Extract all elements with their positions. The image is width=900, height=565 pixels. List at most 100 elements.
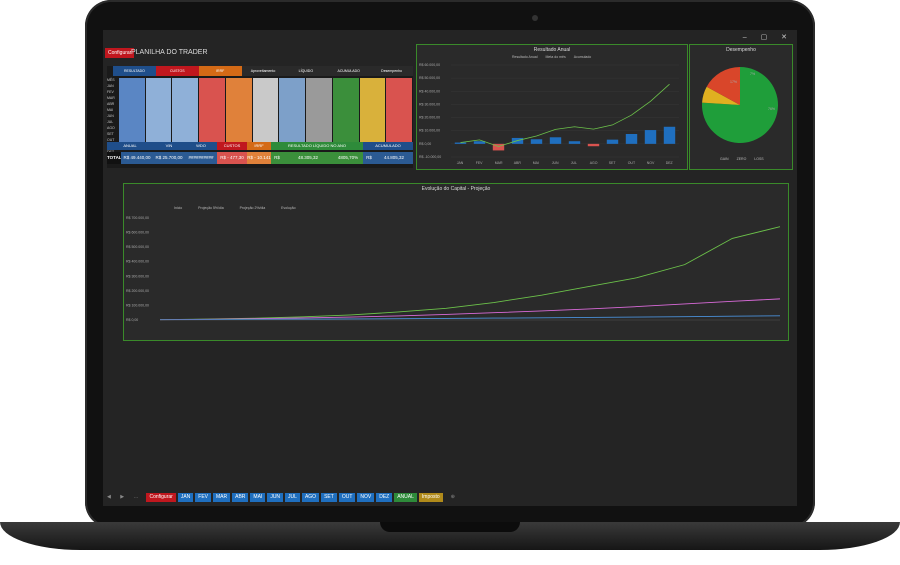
summary-resultado-value: 48.305,32 — [283, 152, 333, 164]
annual-summary: ANUAL VIN WDO CUSTOS IRRF RESULTADO LÍQU… — [107, 142, 413, 170]
tab-imposto[interactable]: Imposto — [418, 492, 443, 502]
x-tick-label: MAI — [533, 161, 539, 165]
y-tick-label: R$ 600.000,00 — [126, 231, 149, 235]
x-tick-label: NOV — [647, 161, 655, 165]
x-tick-label: OUT — [628, 161, 636, 165]
capital-evolution-chart: Evolução do Capital - Projeção Inicio Pr… — [123, 183, 789, 341]
capital-series-line — [159, 315, 781, 321]
performance-chart: Desempenho 76% 17% 7% GAIN ZERO LOSS — [689, 44, 793, 170]
result-bar — [549, 137, 562, 144]
y-tick-label: R$ 400.000,00 — [126, 260, 149, 264]
x-tick-label: ABR — [514, 161, 522, 165]
summary-anual-header: ANUAL — [107, 142, 153, 150]
y-tick-label: R$ 40.000,00 — [419, 89, 440, 93]
x-tick-label: JUN — [552, 161, 559, 165]
y-tick-label: R$ 0,00 — [419, 142, 431, 146]
result-bar — [606, 139, 619, 144]
summary-percent-value: 4805,70% — [333, 152, 363, 164]
laptop-notch — [380, 522, 520, 532]
summary-acumulado-header: ACUMULADO — [363, 142, 413, 150]
x-tick-label: AGO — [590, 161, 598, 165]
sheet-tabs: ◀ ▶ … Configurar JAN FEV MAR ABR MAI JUN JUL AGO… — [103, 492, 797, 502]
y-tick-label: R$ 0,00 — [126, 318, 138, 322]
x-tick-label: FEV — [476, 161, 483, 165]
summary-irrf-header: IRRF — [247, 142, 271, 150]
pie-label: 7% — [750, 72, 755, 76]
tab-fev[interactable]: FEV — [195, 492, 212, 502]
window-controls[interactable]: – ▢ ✕ — [743, 33, 793, 41]
summary-currency: R$ — [271, 152, 283, 164]
summary-values: TOTAL R$ 49.440,00 R$ 25.700,00 ########… — [107, 152, 413, 164]
capital-series-line — [159, 226, 781, 321]
y-tick-label: R$ -10.000,00 — [419, 155, 441, 159]
header-liquido: LÍQUIDO — [284, 66, 328, 76]
tab-scroll-arrows[interactable]: ◀ ▶ … — [107, 494, 142, 500]
y-tick-label: R$ 700.000,00 — [126, 216, 149, 220]
x-tick-label: JUL — [571, 161, 577, 165]
y-tick-label: R$ 60.000,00 — [419, 63, 440, 67]
result-bar — [568, 141, 581, 144]
tab-configurar[interactable]: Configurar — [146, 492, 176, 502]
tab-mai[interactable]: MAI — [250, 492, 266, 502]
capital-chart-plot: R$ 700.000,00 R$ 600.000,00 R$ 500.000,00 R… — [126, 216, 781, 322]
spreadsheet-window: – ▢ ✕ Configurar PLANILHA DO TRADER RESU… — [103, 30, 797, 506]
result-bar — [530, 139, 543, 144]
tab-out[interactable]: OUT — [338, 492, 356, 502]
summary-currency: R$ — [363, 152, 375, 164]
annual-result-chart: Resultado Anual Resultado Anual Meta do … — [416, 44, 688, 170]
summary-anual-value: R$ 49.440,00 — [121, 152, 153, 164]
legend-loss: LOSS — [754, 157, 764, 161]
table-body — [119, 78, 414, 150]
x-tick-label: DEZ — [666, 161, 674, 165]
annual-chart-plot: R$ 60.000,00 R$ 50.000,00 R$ 40.000,00 R$ 3… — [419, 63, 679, 165]
summary-vin-value: R$ 25.700,00 — [153, 152, 185, 164]
configure-button[interactable]: Configurar — [105, 48, 135, 58]
header-resultado: RESULTADO — [113, 66, 156, 76]
y-tick-label: R$ 300.000,00 — [126, 274, 149, 278]
x-tick-label: SET — [609, 161, 617, 165]
tab-jul[interactable]: JUL — [285, 492, 300, 502]
tab-nov[interactable]: NOV — [357, 492, 375, 502]
summary-vin-header: VIN — [153, 142, 185, 150]
x-tick-label: MAR — [495, 161, 503, 165]
tab-abr[interactable]: ABR — [232, 492, 249, 502]
summary-wdo-value: ########## — [185, 152, 217, 164]
summary-irrf-value: R$ - 10.141 — [247, 152, 271, 164]
app-title: PLANILHA DO TRADER — [131, 49, 208, 56]
performance-legend: GAIN ZERO LOSS — [720, 157, 764, 161]
table-group-header: RESULTADO CUSTOS IRRF Aproveitamento LÍQ… — [113, 66, 414, 76]
header-custos: CUSTOS — [155, 66, 199, 76]
header-aproveitamento: Aproveitamento — [241, 66, 285, 76]
y-tick-label: R$ 100.000,00 — [126, 303, 149, 307]
result-bar — [625, 134, 638, 144]
y-tick-label: R$ 50.000,00 — [419, 76, 440, 80]
performance-pie: 76% 17% 7% — [702, 67, 778, 143]
tab-ago[interactable]: AGO — [301, 492, 320, 502]
y-tick-label: R$ 500.000,00 — [126, 245, 149, 249]
tab-anual[interactable]: ANUAL — [394, 492, 417, 502]
tab-mar[interactable]: MAR — [213, 492, 231, 502]
tab-jan[interactable]: JAN — [177, 492, 194, 502]
tab-dez[interactable]: DEZ — [376, 492, 393, 502]
summary-custos-value: R$ - 477,30 — [217, 152, 247, 164]
y-tick-label: R$ 10.000,00 — [419, 129, 440, 133]
add-sheet-icon[interactable]: ⊕ — [451, 494, 455, 500]
legend-zero: ZERO — [736, 157, 747, 161]
header-acumulado: ACUMULADO — [327, 66, 371, 76]
result-bar — [663, 126, 676, 144]
summary-total-label: TOTAL — [107, 152, 122, 164]
summary-header: ANUAL VIN WDO CUSTOS IRRF RESULTADO LÍQU… — [107, 142, 413, 150]
tab-jun[interactable]: JUN — [267, 492, 284, 502]
summary-custos-header: CUSTOS — [217, 142, 247, 150]
result-bar — [644, 130, 657, 144]
pie-label: 17% — [730, 80, 737, 84]
tab-set[interactable]: SET — [321, 492, 337, 502]
summary-acumulado-value: 44.805,32 — [375, 152, 413, 164]
y-tick-label: R$ 20.000,00 — [419, 116, 440, 120]
y-tick-label: R$ 30.000,00 — [419, 102, 440, 106]
legend-gain: GAIN — [720, 157, 729, 161]
result-bar — [454, 142, 467, 144]
pie-label: 76% — [768, 107, 775, 111]
header-desempenho: Desempenho — [370, 66, 414, 76]
accumulated-line — [460, 83, 670, 147]
